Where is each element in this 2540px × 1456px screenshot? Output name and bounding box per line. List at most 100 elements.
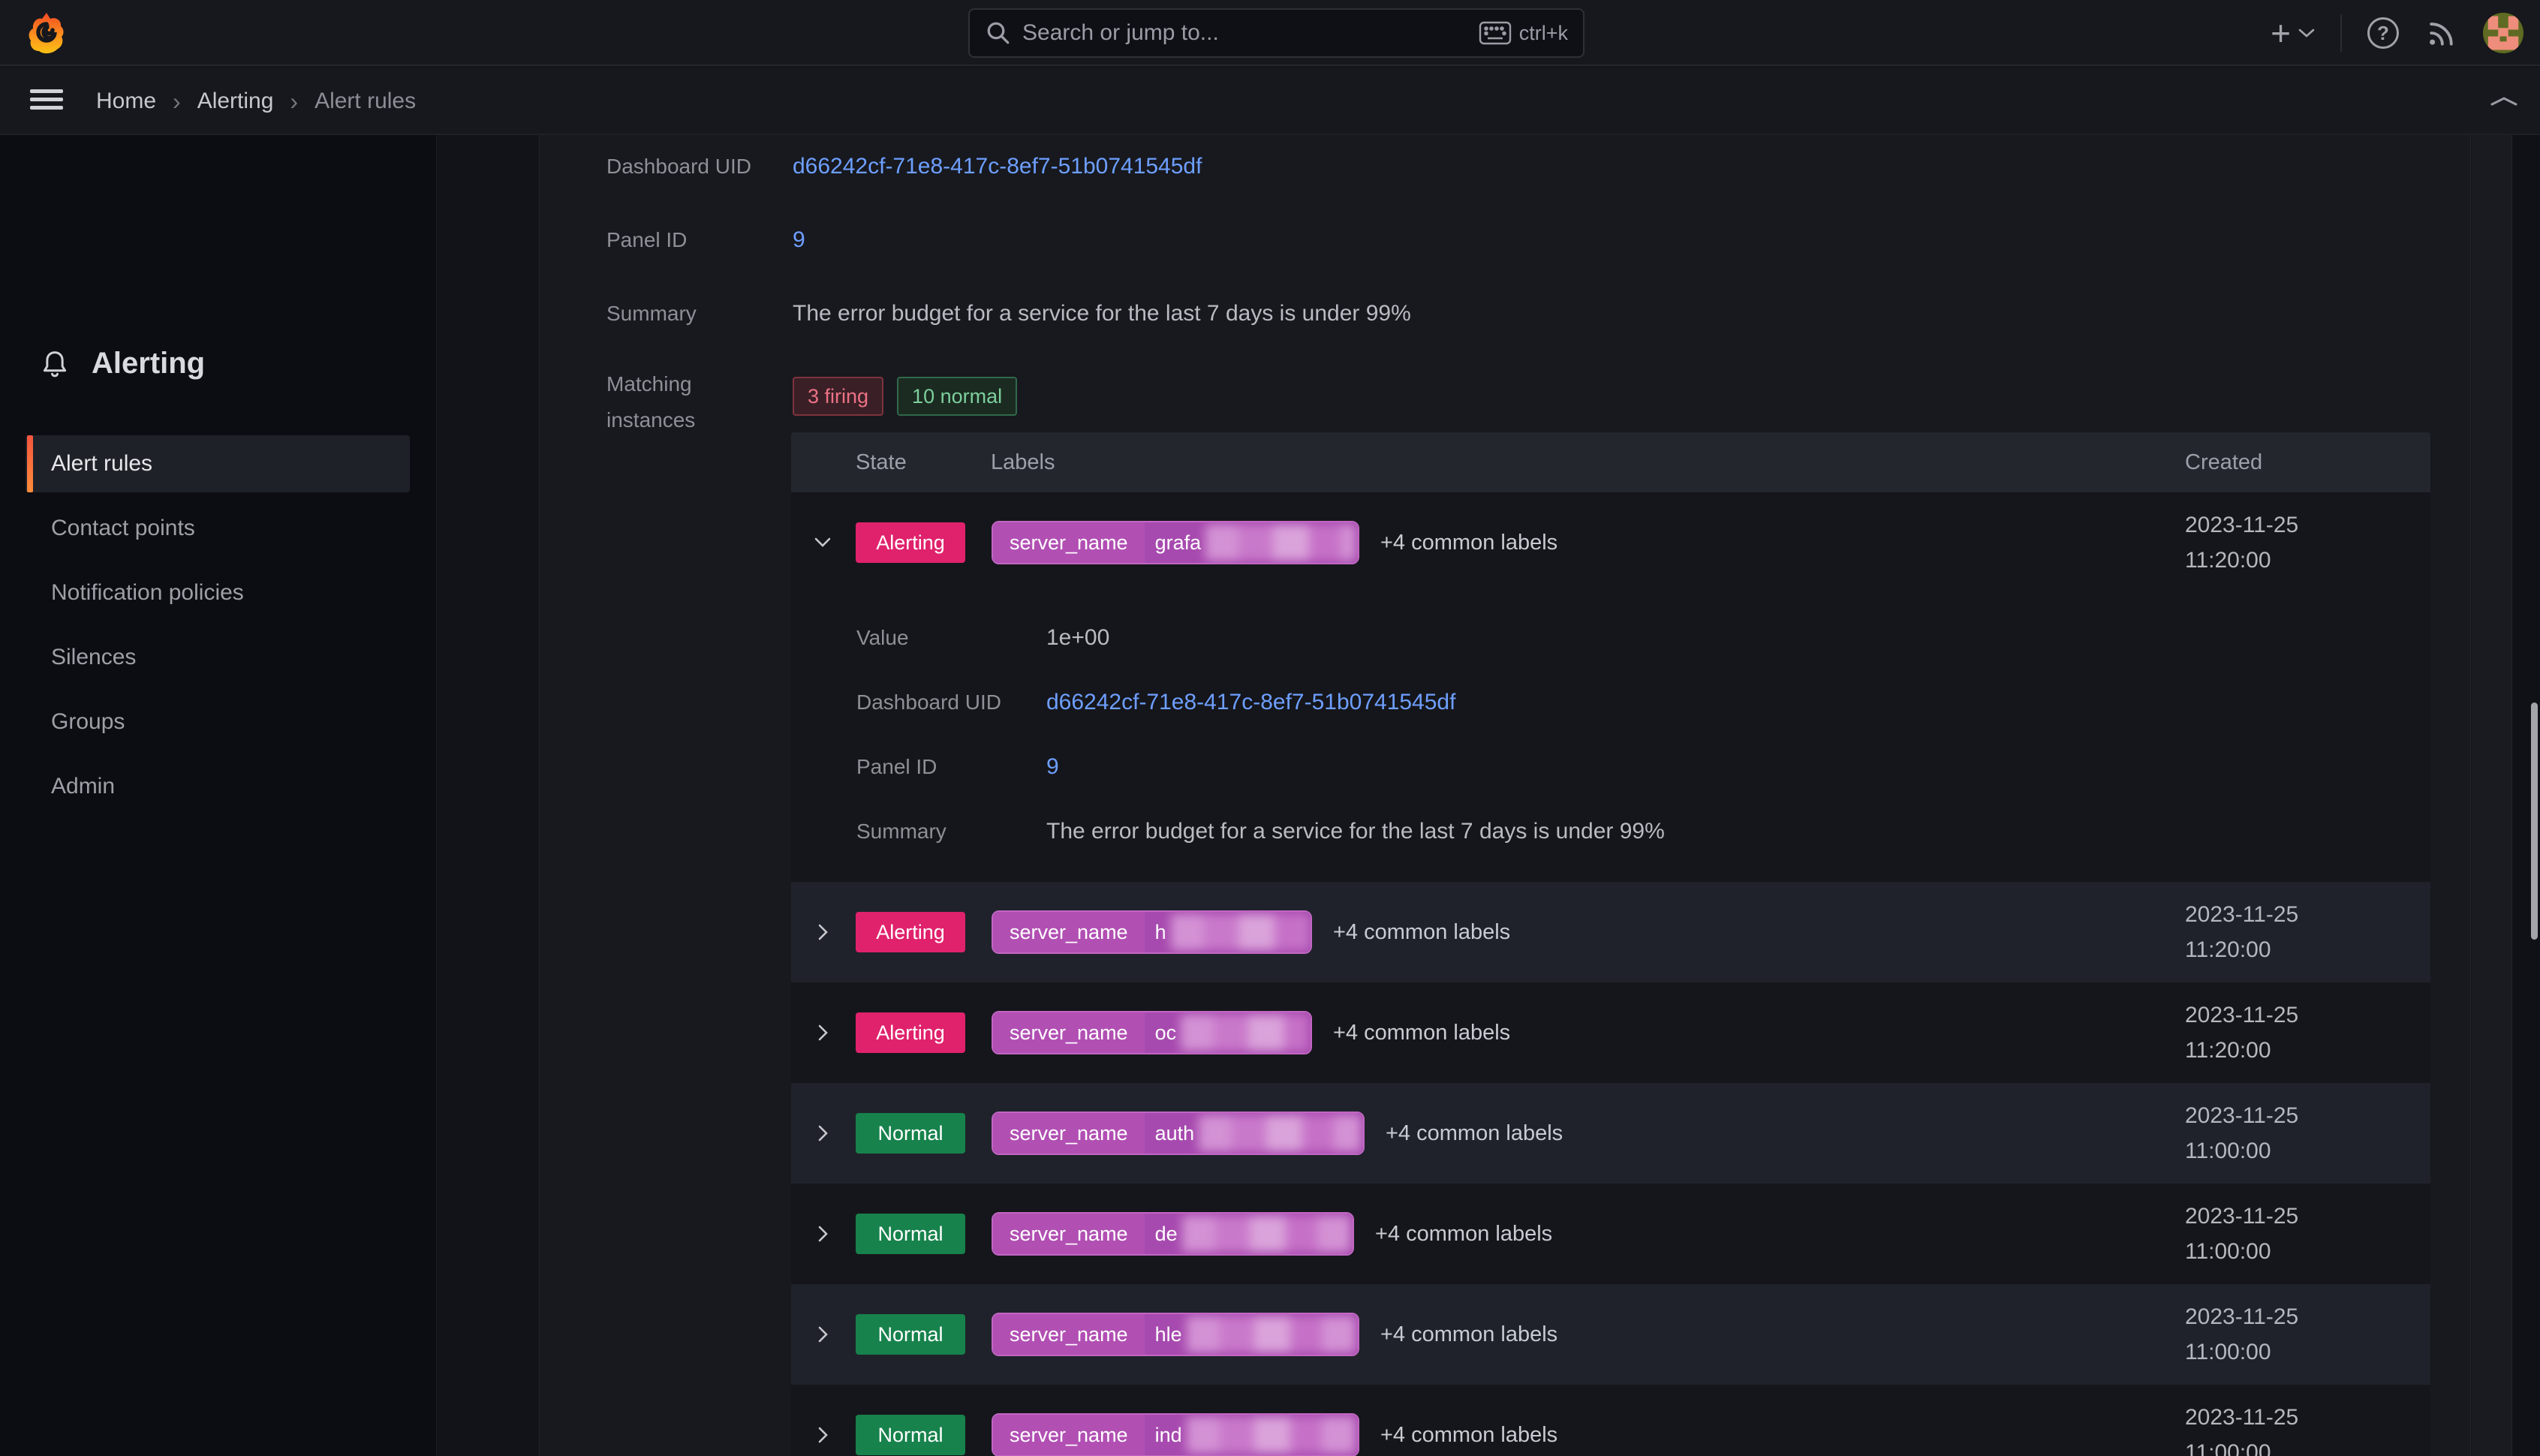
label-chip: server_name h bbox=[992, 910, 1312, 954]
sidebar-item-label: Contact points bbox=[51, 516, 195, 541]
search-input[interactable]: Search or jump to... ctrl+k bbox=[968, 8, 1584, 58]
detail-dashboard-uid-link[interactable]: d66242cf-71e8-417c-8ef7-51b0741545df bbox=[1046, 684, 1455, 720]
label-chip-value: grafa bbox=[1155, 531, 1202, 555]
instance-row[interactable]: Normal server_name ind +4 common labels … bbox=[791, 1385, 2430, 1456]
label-chip: server_name de bbox=[992, 1212, 1354, 1256]
table-header: State Labels Created bbox=[791, 432, 2430, 492]
label-chip-key: server_name bbox=[993, 1214, 1145, 1254]
expand-row-chevron-right-icon[interactable] bbox=[805, 882, 841, 982]
redacted-label-value bbox=[1187, 1316, 1356, 1352]
detail-panel-id-link[interactable]: 9 bbox=[1046, 749, 1059, 785]
sidebar-item-notification-policies[interactable]: Notification policies bbox=[26, 564, 410, 621]
help-icon[interactable]: ? bbox=[2367, 17, 2399, 49]
created-timestamp: 2023-11-25 11:00:00 bbox=[2185, 1400, 2298, 1456]
common-labels-text: +4 common labels bbox=[1386, 1121, 1563, 1146]
expand-row-chevron-right-icon[interactable] bbox=[805, 982, 841, 1083]
label-chip-value: h bbox=[1155, 921, 1166, 944]
scrollbar-track[interactable] bbox=[2513, 135, 2540, 1456]
redacted-label-value bbox=[1187, 1417, 1356, 1453]
news-rss-icon[interactable] bbox=[2424, 17, 2457, 50]
sidebar-item-groups[interactable]: Groups bbox=[26, 693, 410, 751]
created-timestamp: 2023-11-25 11:20:00 bbox=[2185, 997, 2298, 1068]
sidebar-item-admin[interactable]: Admin bbox=[26, 758, 410, 815]
label-chip-value: ind bbox=[1155, 1424, 1182, 1447]
scrollbar-thumb[interactable] bbox=[2531, 702, 2538, 940]
sidebar-item-label: Alert rules bbox=[51, 451, 152, 477]
sidebar-item-contact-points[interactable]: Contact points bbox=[26, 500, 410, 557]
detail-label-panel-id: Panel ID bbox=[856, 749, 937, 785]
common-labels-text: +4 common labels bbox=[1333, 920, 1510, 945]
sidebar-item-label: Notification policies bbox=[51, 580, 244, 606]
expand-row-chevron-right-icon[interactable] bbox=[805, 1184, 841, 1284]
keyboard-icon bbox=[1479, 21, 1512, 45]
redacted-label-value bbox=[1181, 1015, 1308, 1051]
label-chip: server_name hle bbox=[992, 1313, 1359, 1356]
field-label-summary: Summary bbox=[606, 296, 697, 332]
menu-toggle-icon[interactable] bbox=[30, 89, 63, 114]
common-labels-text: +4 common labels bbox=[1380, 1423, 1557, 1448]
label-chip-key: server_name bbox=[993, 1415, 1145, 1455]
sidebar-title: Alerting bbox=[92, 347, 205, 381]
field-label-dashboard-uid: Dashboard UID bbox=[606, 149, 751, 185]
search-icon bbox=[985, 20, 1012, 47]
instance-row[interactable]: Normal server_name hle +4 common labels … bbox=[791, 1284, 2430, 1385]
new-menu-button[interactable]: + bbox=[2271, 18, 2315, 48]
breadcrumb-bar: Home › Alerting › Alert rules bbox=[0, 68, 2540, 135]
state-badge: Normal bbox=[856, 1314, 965, 1355]
label-chip: server_name auth bbox=[992, 1112, 1365, 1155]
navbar-divider bbox=[2340, 14, 2342, 52]
common-labels-text: +4 common labels bbox=[1375, 1222, 1552, 1247]
search-placeholder: Search or jump to... bbox=[1022, 20, 1479, 46]
label-chip: server_name grafa bbox=[992, 521, 1359, 564]
created-timestamp: 2023-11-25 11:20:00 bbox=[2185, 897, 2298, 967]
instance-row[interactable]: Alerting server_name h +4 common labels … bbox=[791, 882, 2430, 982]
breadcrumb-home[interactable]: Home bbox=[96, 89, 156, 114]
sidebar-item-label: Silences bbox=[51, 645, 136, 670]
common-labels-text: +4 common labels bbox=[1380, 531, 1557, 555]
common-labels-text: +4 common labels bbox=[1380, 1322, 1557, 1347]
sidebar-item-label: Groups bbox=[51, 709, 125, 735]
expand-row-chevron-right-icon[interactable] bbox=[805, 1083, 841, 1184]
grafana-logo-icon[interactable] bbox=[29, 12, 65, 54]
collapse-chevron-up-icon[interactable] bbox=[2487, 90, 2520, 113]
sidebar-alerting-menu: Alerting Alert rules Contact points Noti… bbox=[0, 135, 437, 1456]
field-label-panel-id: Panel ID bbox=[606, 222, 687, 258]
instance-row[interactable]: Normal server_name de +4 common labels 2… bbox=[791, 1184, 2430, 1284]
state-badge: Normal bbox=[856, 1415, 965, 1455]
breadcrumb: Home › Alerting › Alert rules bbox=[96, 68, 416, 135]
instance-row[interactable]: Normal server_name auth +4 common labels… bbox=[791, 1083, 2430, 1184]
breadcrumb-current-page: Alert rules bbox=[314, 89, 416, 114]
detail-label-value: Value bbox=[856, 620, 909, 656]
state-badge: Alerting bbox=[856, 522, 965, 563]
column-header-state: State bbox=[856, 432, 907, 492]
search-shortcut-label: ctrl+k bbox=[1519, 22, 1568, 45]
breadcrumb-alerting[interactable]: Alerting bbox=[197, 89, 274, 114]
redacted-label-value bbox=[1182, 1216, 1350, 1252]
breadcrumb-separator: › bbox=[173, 88, 181, 116]
active-accent-bar bbox=[27, 435, 33, 492]
normal-count-badge: 10 normal bbox=[897, 377, 1017, 416]
expand-row-chevron-right-icon[interactable] bbox=[805, 1284, 841, 1385]
column-header-labels: Labels bbox=[991, 432, 1055, 492]
redacted-label-value bbox=[1205, 525, 1356, 561]
sidebar-item-silences[interactable]: Silences bbox=[26, 629, 410, 686]
instance-row[interactable]: Alerting server_name grafa +4 common lab… bbox=[791, 492, 2430, 593]
state-badge: Normal bbox=[856, 1113, 965, 1154]
user-avatar[interactable] bbox=[2483, 13, 2523, 53]
main-content: Dashboard UID d66242cf-71e8-417c-8ef7-51… bbox=[539, 135, 2471, 1456]
dashboard-uid-link[interactable]: d66242cf-71e8-417c-8ef7-51b0741545df bbox=[793, 149, 1202, 185]
expand-row-chevron-right-icon[interactable] bbox=[805, 1385, 841, 1456]
label-chip-key: server_name bbox=[993, 522, 1145, 563]
instance-row[interactable]: Alerting server_name oc +4 common labels… bbox=[791, 982, 2430, 1083]
created-timestamp: 2023-11-25 11:00:00 bbox=[2185, 1299, 2298, 1370]
collapse-row-chevron-down-icon[interactable] bbox=[805, 492, 841, 593]
label-chip-value: de bbox=[1155, 1223, 1178, 1246]
common-labels-text: +4 common labels bbox=[1333, 1021, 1510, 1045]
created-timestamp: 2023-11-25 11:00:00 bbox=[2185, 1199, 2298, 1269]
redacted-label-value bbox=[1171, 914, 1308, 950]
sidebar-item-alert-rules[interactable]: Alert rules bbox=[26, 435, 410, 492]
panel-id-link[interactable]: 9 bbox=[793, 222, 805, 258]
detail-summary-text: The error budget for a service for the l… bbox=[1046, 814, 1665, 850]
created-timestamp: 2023-11-25 11:20:00 bbox=[2185, 507, 2298, 578]
column-header-created: Created bbox=[2185, 432, 2262, 492]
